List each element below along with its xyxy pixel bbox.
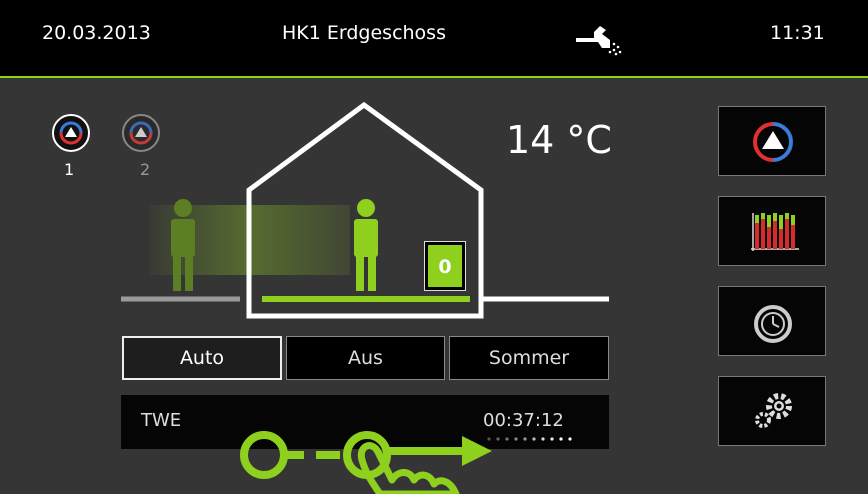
swipe-start-circle-icon	[240, 431, 288, 479]
settings-gears-icon	[755, 393, 792, 428]
hmi-screen: 20.03.2013 HK1 Erdgeschoss 11:31 1 2 14	[0, 0, 868, 494]
timer-button[interactable]	[718, 286, 826, 356]
schedule-button[interactable]	[718, 196, 826, 266]
schedule-chart-icon	[751, 213, 799, 251]
settings-button[interactable]	[718, 376, 826, 446]
circuit-mode-icon	[753, 122, 793, 162]
clock-icon	[754, 305, 792, 343]
circuit-mode-button[interactable]	[718, 106, 826, 176]
